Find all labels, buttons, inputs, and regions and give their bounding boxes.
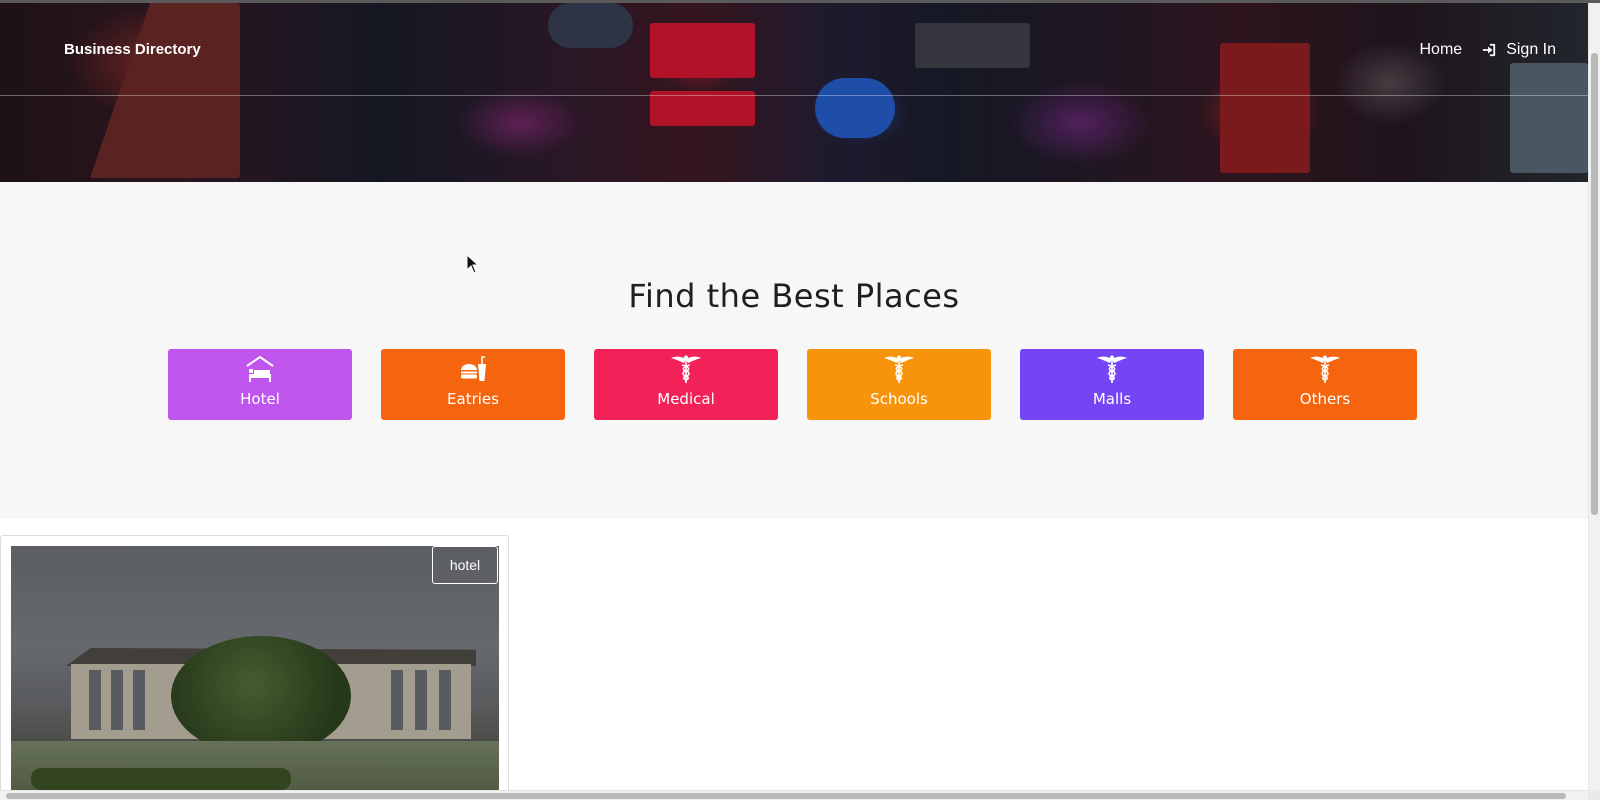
- category-buttons: Hotel Eatries Medical Schools Malls Othe…: [168, 349, 1420, 420]
- nav-home-label: Home: [1419, 41, 1463, 58]
- category-eatries-button[interactable]: Eatries: [381, 349, 565, 420]
- neon-sign-decoration: [650, 91, 755, 126]
- category-label: Others: [1299, 390, 1351, 408]
- categories-section: Find the Best Places Hotel Eatries Medic…: [0, 182, 1588, 519]
- nav-sign-in-label: Sign In: [1506, 41, 1556, 58]
- photo-tree: [171, 636, 351, 756]
- neon-sign-decoration: [90, 3, 240, 178]
- mouse-cursor-icon: [466, 254, 480, 274]
- neon-sign-decoration: [1220, 43, 1310, 173]
- photo-window: [89, 670, 101, 730]
- navbar-divider: [0, 95, 1588, 96]
- top-nav: Home Sign In: [1420, 41, 1557, 59]
- category-label: Medical: [657, 390, 715, 408]
- category-label: Hotel: [240, 390, 280, 408]
- caduceus-icon: [1310, 355, 1340, 383]
- nav-home-link[interactable]: Home: [1420, 41, 1463, 59]
- vertical-scrollbar[interactable]: [1588, 3, 1600, 793]
- listing-card[interactable]: hotel: [0, 535, 509, 800]
- caduceus-icon: [884, 355, 914, 383]
- brand-logo-text[interactable]: Business Directory: [64, 41, 201, 58]
- photo-window: [439, 670, 451, 730]
- category-medical-button[interactable]: Medical: [594, 349, 778, 420]
- horizontal-scrollbar[interactable]: [0, 790, 1600, 800]
- photo-window: [415, 670, 427, 730]
- neon-sign-decoration: [915, 23, 1030, 68]
- nav-sign-in-link[interactable]: Sign In: [1482, 41, 1556, 59]
- category-malls-button[interactable]: Malls: [1020, 349, 1204, 420]
- category-label: Schools: [870, 390, 928, 408]
- neon-sign-decoration: [1510, 63, 1588, 173]
- photo-building: [71, 664, 471, 739]
- caduceus-icon: [1097, 355, 1127, 383]
- sign-in-icon: [1483, 43, 1496, 57]
- hero-header: Business Directory Home Sign In: [0, 3, 1588, 182]
- scrollbar-corner: [1588, 790, 1600, 800]
- photo-window: [133, 670, 145, 730]
- fast-food-icon: [461, 356, 486, 381]
- caduceus-icon: [671, 355, 701, 383]
- vertical-scrollbar-thumb[interactable]: [1591, 53, 1598, 515]
- category-label: Eatries: [447, 390, 499, 408]
- page: Business Directory Home Sign In Find the…: [0, 0, 1600, 800]
- neon-sign-decoration: [548, 3, 633, 48]
- bed-icon: [246, 355, 274, 382]
- neon-sign-decoration: [815, 78, 895, 138]
- photo-hedge: [31, 768, 291, 790]
- window-top-border: [0, 0, 1600, 3]
- photo-building-roof: [66, 648, 476, 666]
- section-title: Find the Best Places: [628, 277, 960, 315]
- horizontal-scrollbar-thumb[interactable]: [6, 793, 1566, 799]
- category-hotel-button[interactable]: Hotel: [168, 349, 352, 420]
- listing-photo[interactable]: [11, 546, 499, 800]
- category-label: Malls: [1092, 390, 1132, 408]
- category-others-button[interactable]: Others: [1233, 349, 1417, 420]
- photo-window: [391, 670, 403, 730]
- photo-window: [111, 670, 123, 730]
- neon-sign-decoration: [650, 23, 755, 78]
- category-schools-button[interactable]: Schools: [807, 349, 991, 420]
- category-badge[interactable]: hotel: [432, 546, 498, 584]
